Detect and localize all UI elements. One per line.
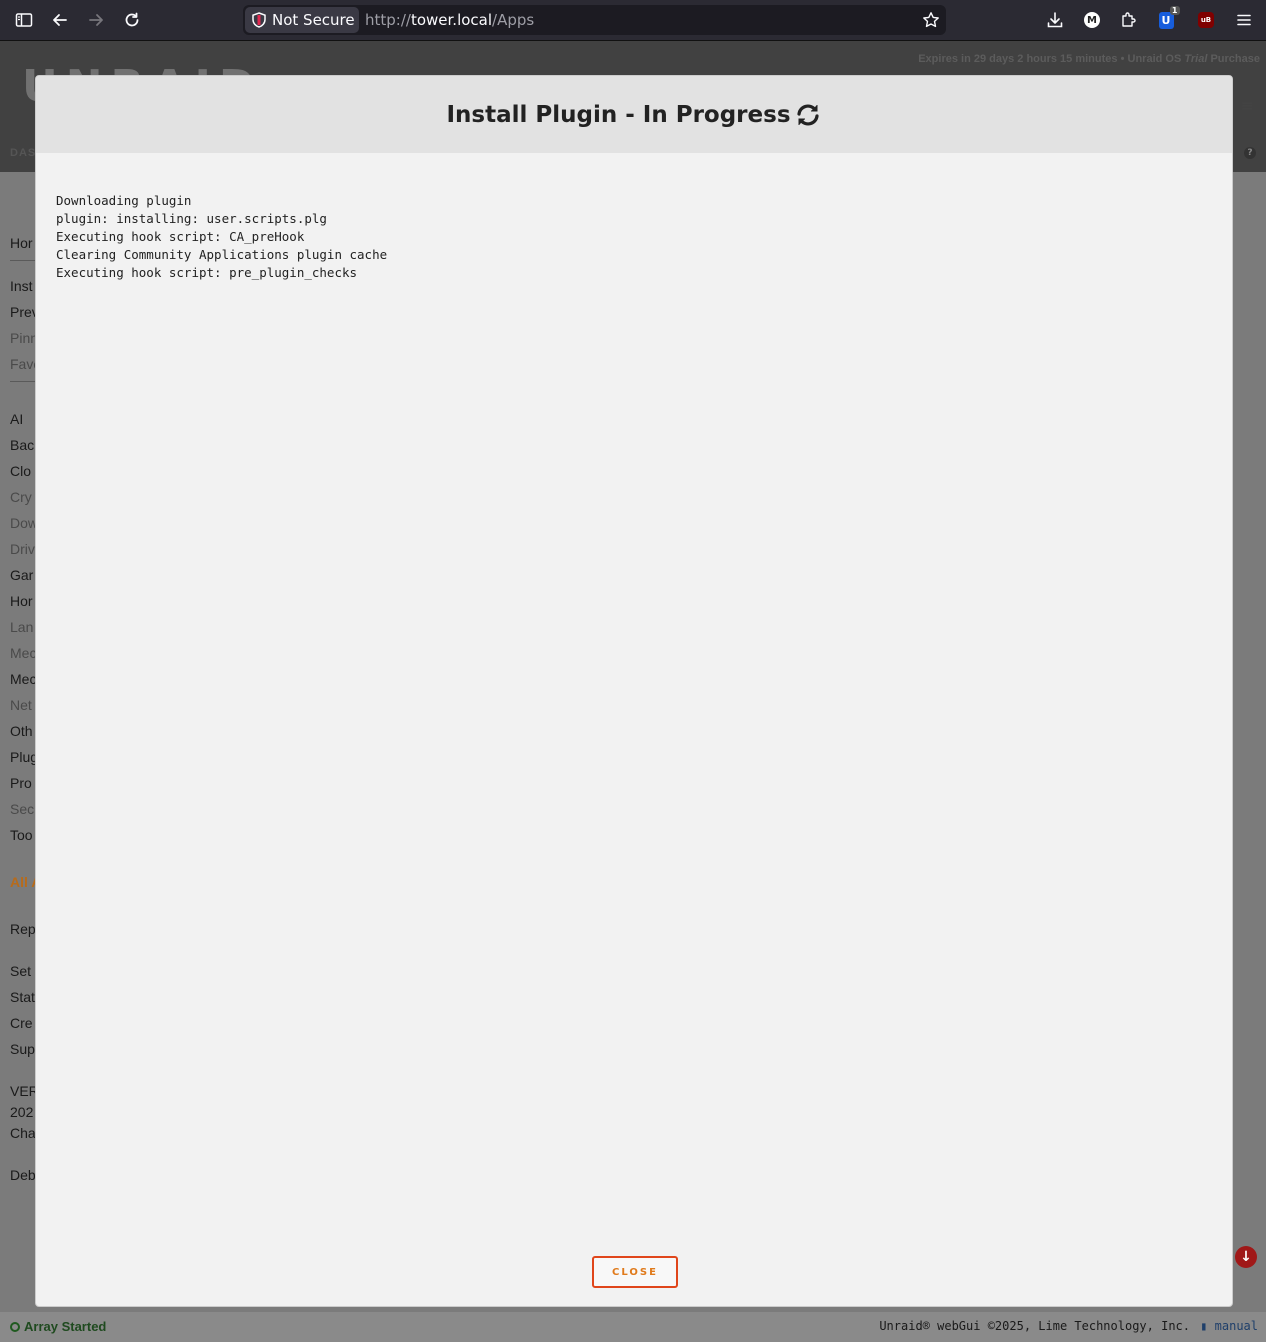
nav-tab-dashboard[interactable]: DAS xyxy=(10,147,36,159)
sidebar-item[interactable]: Sec xyxy=(10,801,34,817)
array-started-icon xyxy=(10,1321,20,1332)
trial-status: Expires in 29 days 2 hours 15 minutes • … xyxy=(918,53,1260,65)
sidebar-item[interactable]: Set xyxy=(10,963,31,979)
sidebar-item[interactable]: 202 xyxy=(10,1104,33,1120)
book-icon: ▮ xyxy=(1200,1319,1208,1333)
apps-sidebar: Hor Inst Prev Pinn Favo AI Bac Clo Cry Dow Driv Gar… xyxy=(0,172,41,1312)
url-scheme: http:// xyxy=(365,11,411,29)
close-button[interactable]: CLOSE xyxy=(592,1256,678,1288)
bitwarden-icon[interactable]: U1 xyxy=(1154,5,1180,32)
log-line: Executing hook script: pre_plugin_checks xyxy=(56,265,358,280)
sidebar-item[interactable]: Dow xyxy=(10,515,38,531)
sidebar-item[interactable]: Cre xyxy=(10,1015,33,1031)
sidebar-item[interactable]: Lan xyxy=(10,619,33,635)
sidebar-toggle-icon[interactable] xyxy=(12,8,36,32)
app-menu-icon[interactable]: ≡ xyxy=(1241,96,1254,115)
extensions-puzzle-icon[interactable] xyxy=(1116,8,1140,32)
sidebar-item[interactable]: Rep xyxy=(10,921,36,937)
log-line: Downloading plugin xyxy=(56,193,192,208)
site-security-indicator[interactable]: Not Secure xyxy=(245,7,359,33)
trial-separator: • xyxy=(1120,53,1125,65)
sidebar-item[interactable]: Cry xyxy=(10,489,32,505)
install-plugin-modal: Install Plugin - In Progress Downloading… xyxy=(35,75,1233,1307)
url-host: tower.local xyxy=(410,11,493,29)
url-bar[interactable]: Not Secure http://tower.local/Apps xyxy=(243,5,946,35)
sidebar-item[interactable]: Plug xyxy=(10,749,38,765)
install-log: Downloading plugin plugin: installing: us… xyxy=(56,192,387,282)
browser-toolbar: Not Secure http://tower.local/Apps M U1 … xyxy=(0,0,1266,41)
ublock-label: uB xyxy=(1198,12,1214,28)
array-status-label: Array Started xyxy=(24,1319,107,1334)
menu-hamburger-icon[interactable] xyxy=(1232,8,1256,32)
forward-icon[interactable] xyxy=(84,8,108,32)
sidebar-item[interactable]: Mec xyxy=(10,645,36,661)
sidebar-item[interactable]: Net xyxy=(10,697,32,713)
sidebar-divider xyxy=(10,381,35,382)
bitwarden-label: U xyxy=(1161,13,1171,27)
sidebar-item[interactable]: Bac xyxy=(10,437,34,453)
sidebar-divider xyxy=(10,260,35,261)
help-icon[interactable]: ? xyxy=(1244,147,1256,159)
sidebar-item[interactable]: Pinn xyxy=(10,330,38,346)
modal-header: Install Plugin - In Progress xyxy=(36,76,1232,153)
trial-edition: Trial xyxy=(1184,53,1208,65)
extension-m-icon[interactable]: M xyxy=(1080,8,1104,32)
sidebar-item[interactable]: Cha xyxy=(10,1125,36,1141)
sidebar-item[interactable]: Inst xyxy=(10,278,33,294)
purchase-link[interactable]: Purchase xyxy=(1210,53,1260,65)
sidebar-item[interactable]: Driv xyxy=(10,541,35,557)
sidebar-item[interactable]: Oth xyxy=(10,723,33,739)
reload-icon[interactable] xyxy=(120,8,144,32)
scroll-down-icon[interactable]: ↓ xyxy=(1235,1246,1257,1268)
manual-label: manual xyxy=(1214,1319,1258,1333)
bitwarden-count-badge: 1 xyxy=(1169,5,1180,15)
sidebar-item[interactable]: Mec xyxy=(10,671,36,687)
sidebar-item[interactable]: Too xyxy=(10,827,33,843)
footer-copyright: Unraid® webGui ©2025, Lime Technology, I… xyxy=(879,1319,1190,1333)
sidebar-item[interactable]: Hor xyxy=(10,593,33,609)
back-icon[interactable] xyxy=(48,8,72,32)
extension-m-label: M xyxy=(1084,12,1100,28)
shield-warning-icon xyxy=(251,12,267,28)
log-line: plugin: installing: user.scripts.plg xyxy=(56,211,327,226)
sidebar-item[interactable]: Gar xyxy=(10,567,33,583)
array-status: Array Started xyxy=(10,1319,106,1334)
bookmark-star-icon[interactable] xyxy=(919,8,943,32)
sidebar-item[interactable]: Hor xyxy=(10,235,33,251)
url-text[interactable]: http://tower.local/Apps xyxy=(365,11,534,29)
sidebar-item[interactable]: Pro xyxy=(10,775,32,791)
not-secure-label: Not Secure xyxy=(272,11,355,29)
downloads-icon[interactable] xyxy=(1043,8,1067,32)
sidebar-item[interactable]: AI xyxy=(10,411,23,427)
trial-product: Unraid OS xyxy=(1127,53,1182,65)
url-path: /Apps xyxy=(492,11,535,29)
status-bar: Array Started Unraid® webGui ©2025, Lime… xyxy=(0,1312,1266,1342)
modal-title: Install Plugin - In Progress xyxy=(446,101,791,128)
log-line: Clearing Community Applications plugin c… xyxy=(56,247,388,262)
log-line: Executing hook script: CA_preHook xyxy=(56,229,305,244)
refresh-spinner-icon xyxy=(794,101,822,129)
trial-expires: Expires in 29 days 2 hours 15 minutes xyxy=(918,53,1118,65)
manual-link[interactable]: ▮ manual xyxy=(1200,1319,1258,1333)
sidebar-item[interactable]: Deb xyxy=(10,1167,36,1183)
sidebar-item[interactable]: Clo xyxy=(10,463,31,479)
ublock-icon[interactable]: uB xyxy=(1194,8,1218,32)
sidebar-item[interactable]: Stat xyxy=(10,989,35,1005)
sidebar-item[interactable]: Sup xyxy=(10,1041,35,1057)
